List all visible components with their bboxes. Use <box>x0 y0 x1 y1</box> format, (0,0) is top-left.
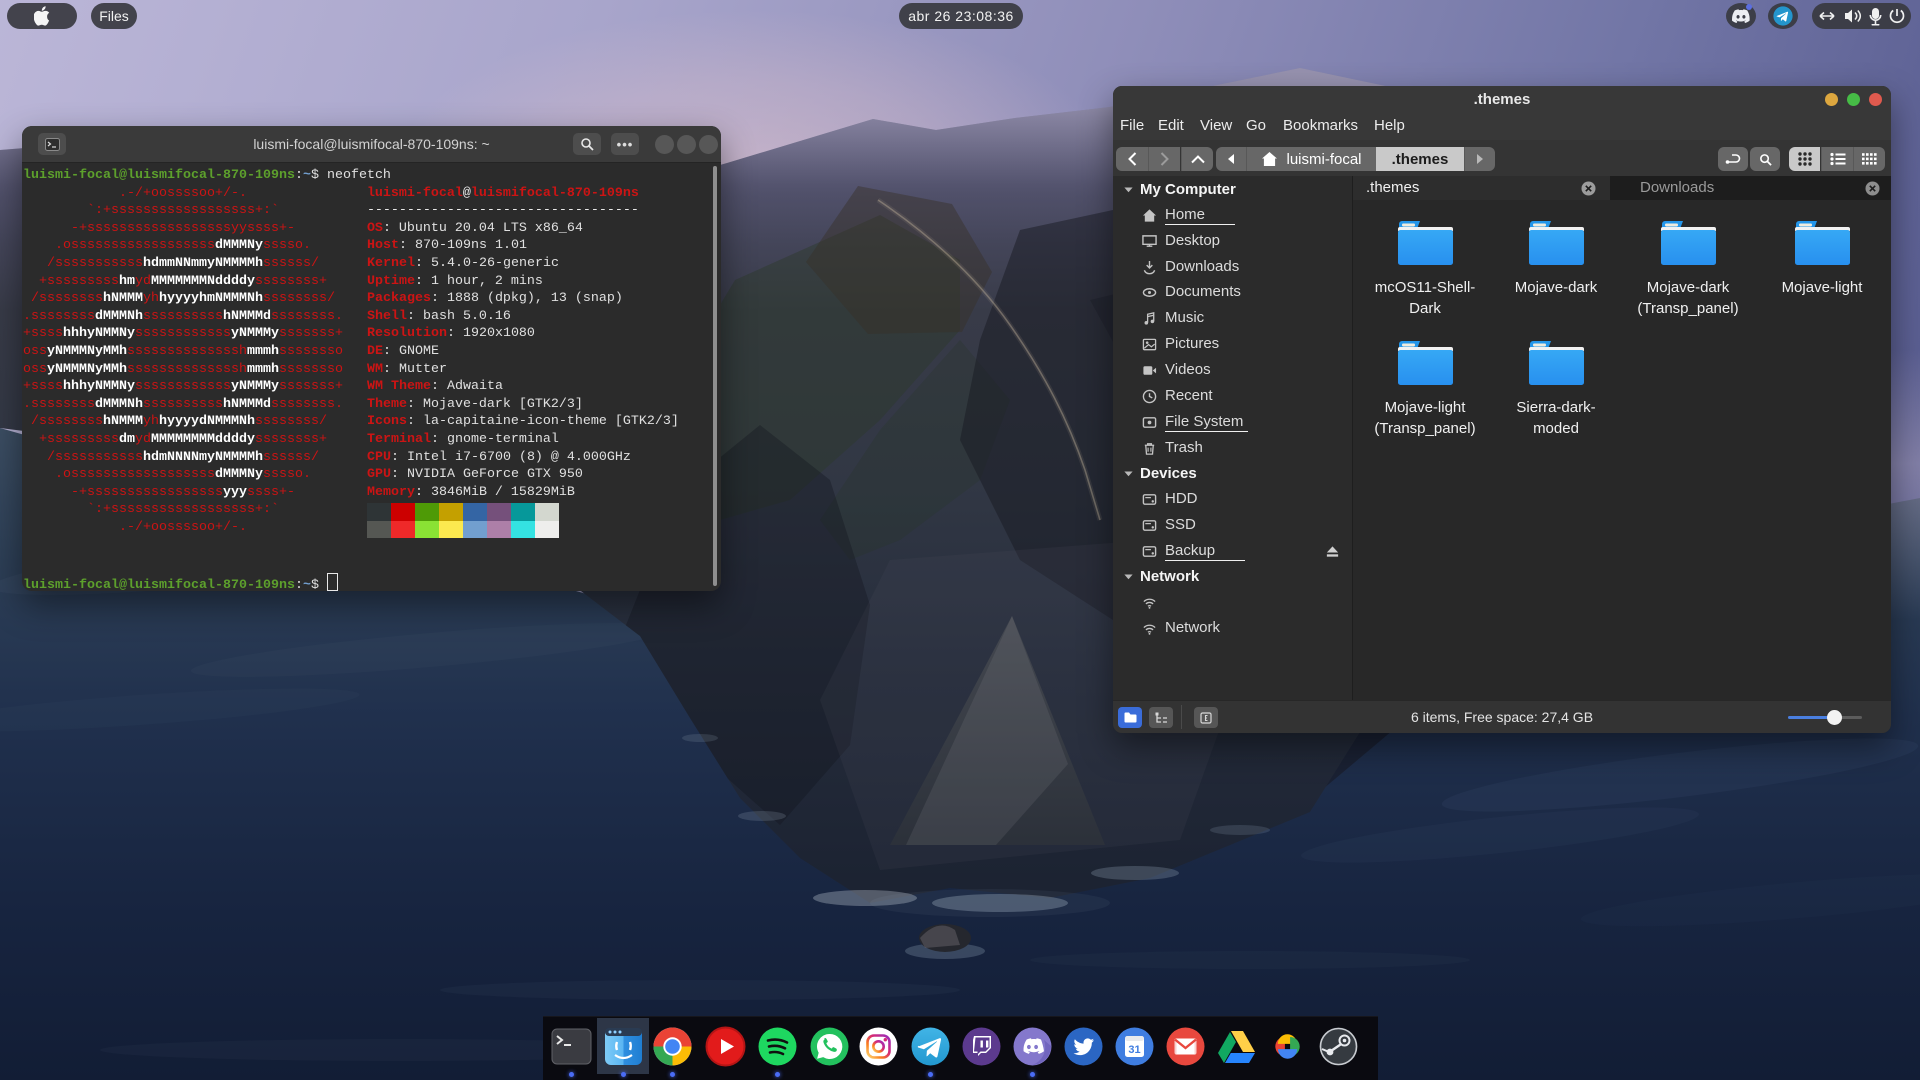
svg-text:31: 31 <box>1128 1044 1140 1056</box>
